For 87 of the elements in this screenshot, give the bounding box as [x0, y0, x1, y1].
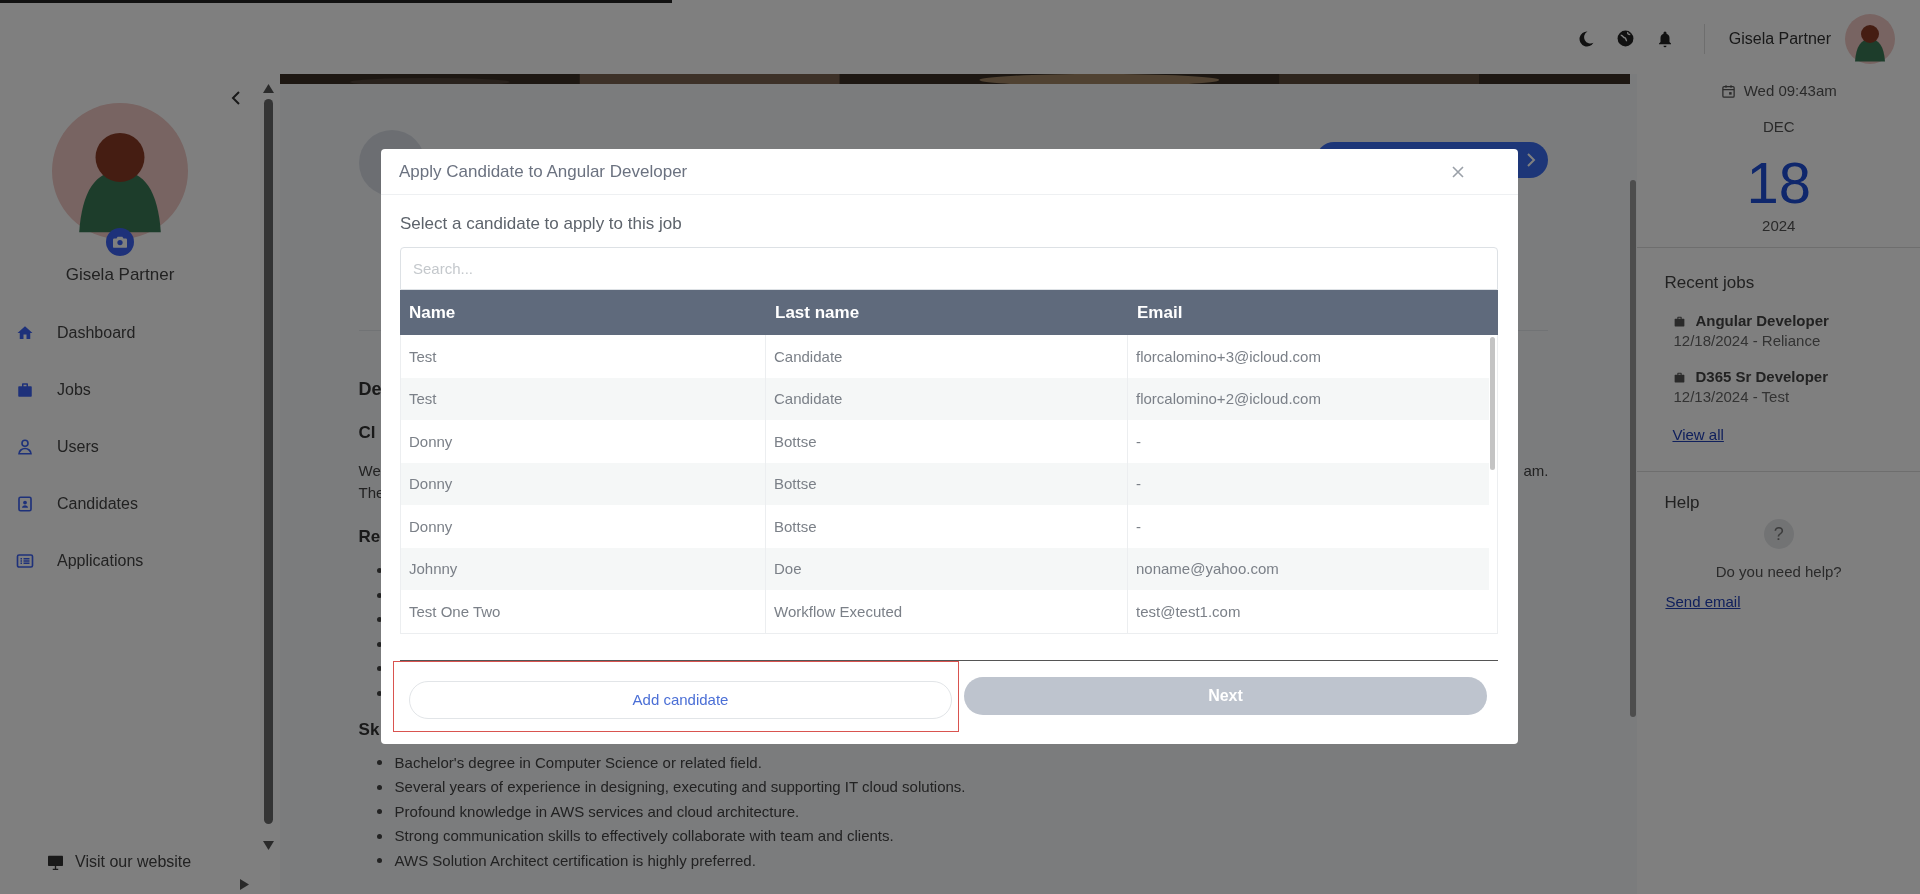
globe-icon[interactable]: [1615, 29, 1635, 48]
job-link[interactable]: Angular Developer: [1673, 311, 1920, 331]
column-header[interactable]: Name: [400, 290, 766, 335]
scroll-right-icon[interactable]: [239, 878, 249, 890]
column-header[interactable]: Email: [1128, 290, 1498, 335]
add-candidate-button[interactable]: Add candidate: [409, 680, 952, 719]
section-subheading: Re: [358, 526, 381, 548]
list-item-text: Several years of experience in designing, executing and supporting IT cloud solutions.: [394, 777, 966, 798]
bullet-icon: [376, 592, 382, 598]
contact-card-icon: [16, 494, 34, 513]
table-cell: Workflow Executed: [766, 590, 1128, 633]
list-item-text: Bachelor's degree in Computer Science or related field.: [394, 752, 762, 773]
table-cell: Test: [401, 335, 766, 378]
date-time: Wed 09:43am: [1743, 81, 1837, 101]
search-field[interactable]: Search...: [400, 247, 1498, 290]
table-cell: Bottse: [766, 420, 1128, 463]
table-cell-text: -: [1135, 431, 1142, 452]
section-heading: De: [358, 378, 382, 401]
table-cell-text: florcalomino+3@icloud.com: [1135, 346, 1322, 367]
column-header[interactable]: Last name: [766, 290, 1128, 335]
camera-icon: [113, 236, 127, 248]
nav-item[interactable]: Jobs: [0, 361, 176, 418]
bullet-icon: [376, 809, 382, 815]
bullet-icon: [376, 666, 382, 672]
scrollbar-thumb[interactable]: [1630, 180, 1637, 717]
table-cell: Donny: [401, 420, 766, 463]
list-icon: [16, 551, 34, 570]
table-cell: Donny: [401, 505, 766, 548]
scroll-down-icon[interactable]: [263, 841, 275, 850]
month-label: DEC: [1761, 117, 1796, 137]
job-meta: 12/13/2024 - Test: [1673, 387, 1791, 407]
table-cell-text: florcalomino+2@icloud.com: [1135, 389, 1322, 410]
briefcase-icon: [1673, 314, 1687, 328]
table-cell-text: noname@yahoo.com: [1135, 559, 1280, 580]
section-title: Help: [1664, 492, 1701, 514]
modal-title: Apply Candidate to Angular Developer: [399, 161, 688, 182]
website-link[interactable]: Visit our website: [47, 850, 207, 874]
user-name: Gisela Partner: [1728, 29, 1831, 48]
bullet-icon: [376, 641, 382, 647]
scrollbar-thumb[interactable]: [264, 99, 274, 824]
table-cell-text: -: [1135, 474, 1142, 495]
collapse-icon[interactable]: [229, 90, 242, 106]
table-cell: Test One Two: [401, 590, 766, 633]
monitor-icon: [47, 854, 64, 870]
table-cell: Bottse: [766, 505, 1128, 548]
scroll-up-icon[interactable]: [263, 84, 275, 93]
bullet-icon: [376, 617, 382, 623]
list-item-text: AWS Solution Architect certification is highly preferred.: [394, 850, 756, 871]
user-name: Gisela Partner: [64, 264, 176, 286]
nav-item[interactable]: Candidates: [0, 475, 176, 532]
camera-button[interactable]: [106, 228, 134, 256]
scrollbar-thumb[interactable]: [1490, 337, 1495, 470]
section-title: Recent jobs: [1664, 272, 1756, 294]
send-email-link[interactable]: Send email: [1665, 592, 1741, 612]
table-cell-text: test@test1.com: [1135, 601, 1242, 622]
job-link[interactable]: D365 Sr Developer: [1673, 367, 1920, 387]
bullet-icon: [376, 760, 382, 766]
description-text: We: [358, 461, 381, 481]
user-icon: [16, 437, 34, 456]
bullet-icon: [376, 858, 382, 864]
calendar-icon: [1720, 83, 1736, 99]
bullet-icon: [376, 568, 382, 573]
job-meta: 12/18/2024 - Reliance: [1673, 331, 1822, 351]
avatar: [1845, 13, 1895, 64]
nav-item[interactable]: Dashboard: [0, 304, 176, 361]
help-icon: ?: [1763, 519, 1794, 549]
nav-item[interactable]: Users: [0, 418, 176, 475]
bullet-icon: [376, 784, 382, 790]
close-icon[interactable]: [1452, 165, 1464, 178]
day-number: 18: [1745, 153, 1812, 213]
bullet-icon: [376, 690, 382, 696]
list-item-text: Strong communication skills to effectively collaborate with team and clients.: [394, 826, 894, 847]
instruction-text: Select a candidate to apply to this job: [400, 213, 683, 235]
nav-item[interactable]: Applications: [0, 532, 176, 589]
view-all-link[interactable]: View all: [1672, 425, 1724, 445]
year-label: 2024: [1761, 217, 1797, 235]
section-subheading: Sk: [358, 718, 380, 741]
briefcase-icon: [1673, 370, 1687, 384]
description-text: am.: [1523, 461, 1549, 481]
list-item-text: Profound knowledge in AWS services and cloud architecture.: [394, 801, 800, 822]
help-text: Do you need help?: [1714, 562, 1843, 582]
briefcase-icon: [16, 380, 34, 399]
chevron-right-icon: [1526, 153, 1537, 167]
section-subheading: Cl: [358, 422, 376, 444]
table-cell-text: -: [1135, 516, 1142, 537]
table-cell: Candidate: [766, 335, 1128, 378]
bullet-icon: [376, 833, 382, 839]
